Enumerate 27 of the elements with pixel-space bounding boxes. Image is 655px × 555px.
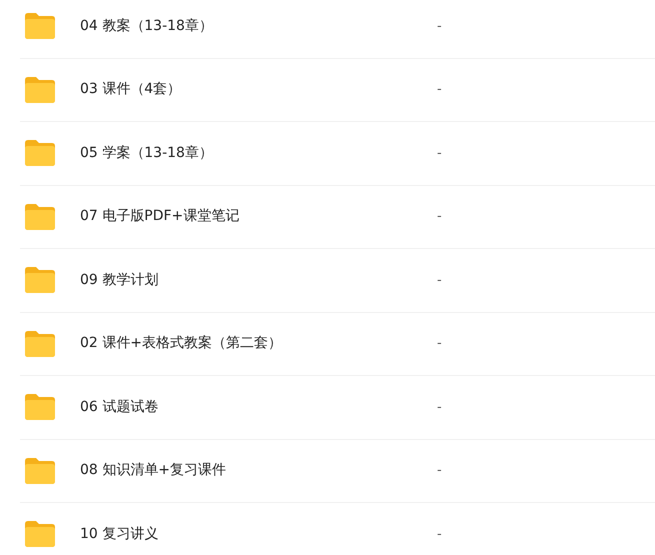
file-size: -: [437, 208, 442, 226]
folder-icon: [25, 140, 55, 166]
folder-icon: [25, 204, 55, 230]
file-size: -: [437, 144, 442, 162]
folder-name[interactable]: 06 试题试卷: [80, 396, 437, 418]
folder-name[interactable]: 10 复习讲义: [80, 524, 437, 545]
file-size: -: [437, 398, 442, 416]
folder-name[interactable]: 04 教案（13-18章）: [80, 16, 437, 37]
file-size: -: [437, 272, 442, 290]
folder-icon: [25, 394, 55, 420]
folder-icon: [25, 76, 55, 103]
folder-name[interactable]: 02 课件+表格式教案（第二套）: [80, 333, 437, 354]
file-size: -: [437, 335, 442, 353]
folder-icon: [25, 267, 55, 294]
folder-name[interactable]: 07 电子版PDF+课堂笔记: [80, 206, 437, 228]
file-size: -: [437, 526, 442, 544]
file-size: -: [437, 18, 442, 36]
file-size: -: [437, 462, 442, 480]
folder-name[interactable]: 09 教学计划: [80, 270, 437, 291]
folder-icon: [25, 13, 55, 40]
folder-name[interactable]: 05 学案（13-18章）: [80, 142, 437, 164]
folder-icon: [25, 330, 55, 357]
folder-icon: [25, 521, 55, 548]
folder-icon: [25, 458, 55, 484]
folder-name[interactable]: 08 知识清单+复习课件: [80, 460, 437, 482]
file-size: -: [437, 81, 442, 99]
folder-name[interactable]: 03 课件（4套）: [80, 79, 437, 100]
